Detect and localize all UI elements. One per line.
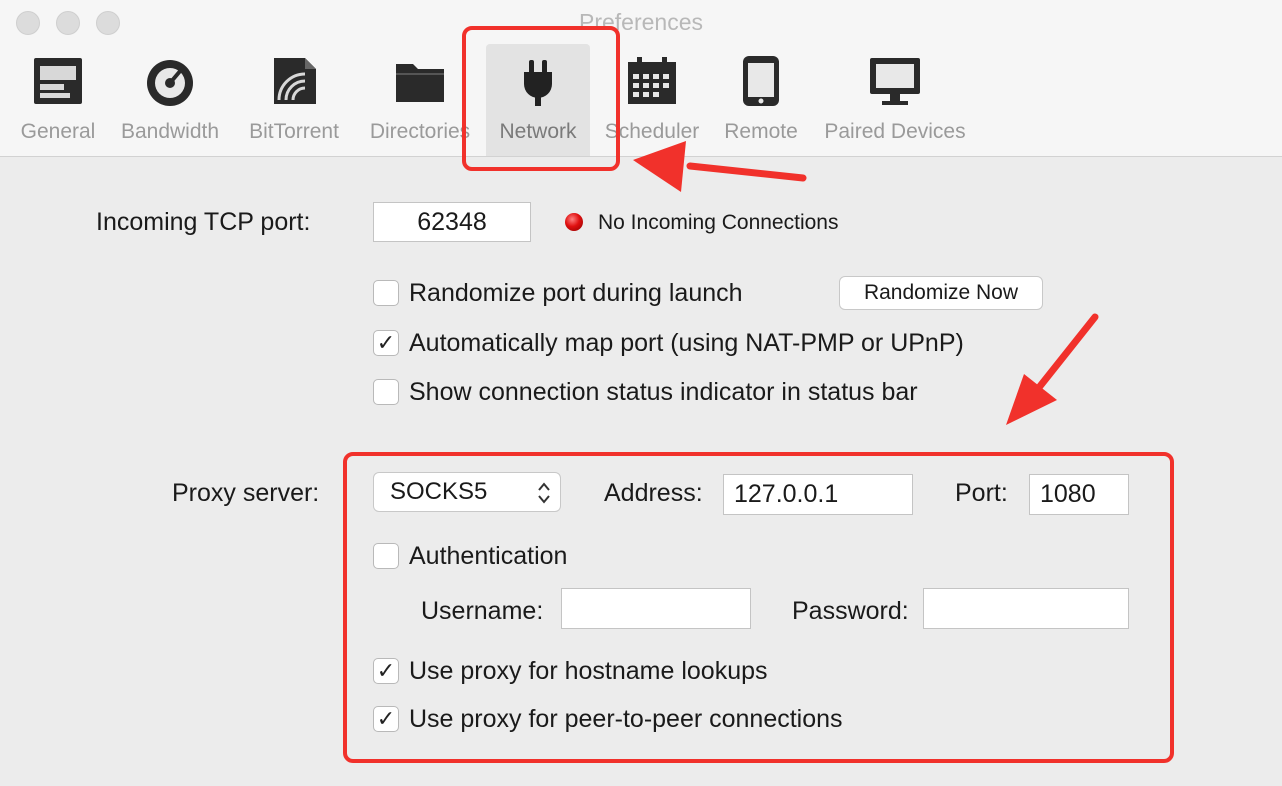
proxy-settings-highlight-box [343,452,1174,763]
titlebar-toolbar: Preferences General Bandwidth BitTorrent [0,0,1282,157]
incoming-port-label: Incoming TCP port: [96,208,311,236]
tab-bandwidth-label: Bandwidth [120,120,220,143]
tab-remote-label: Remote [724,120,798,143]
proxy-server-label: Proxy server: [172,479,320,507]
gauge-icon [110,54,230,108]
tab-paired-devices-label: Paired Devices [824,120,966,143]
incoming-port-field[interactable]: 62348 [373,202,531,242]
general-icon [10,54,106,108]
connection-status-led [565,213,583,231]
automap-port-label: Automatically map port (using NAT-PMP or… [409,329,964,357]
tab-general[interactable]: General [10,44,106,156]
window-title: Preferences [578,9,703,35]
connection-status-text: No Incoming Connections [598,211,839,234]
tab-bittorrent-label: BitTorrent [249,120,339,143]
tab-remote[interactable]: Remote [716,44,806,156]
phone-icon [716,54,806,108]
preferences-window: Preferences General Bandwidth BitTorrent [0,0,1282,786]
show-status-checkbox[interactable] [373,379,399,405]
show-status-label: Show connection status indicator in stat… [409,378,918,406]
monitor-icon [812,54,978,108]
tab-paired-devices[interactable]: Paired Devices [812,44,978,156]
network-tab-highlight-box [462,26,620,171]
tab-general-label: General [20,120,96,143]
bittorrent-icon [238,54,350,108]
tab-bittorrent[interactable]: BitTorrent [238,44,350,156]
automap-port-checkbox[interactable]: ✓ [373,330,399,356]
randomize-now-button[interactable]: Randomize Now [839,276,1043,310]
arrow-to-proxy-settings-icon [1006,313,1099,425]
randomize-port-label: Randomize port during launch [409,279,743,307]
randomize-port-checkbox[interactable] [373,280,399,306]
tab-bandwidth[interactable]: Bandwidth [110,44,230,156]
